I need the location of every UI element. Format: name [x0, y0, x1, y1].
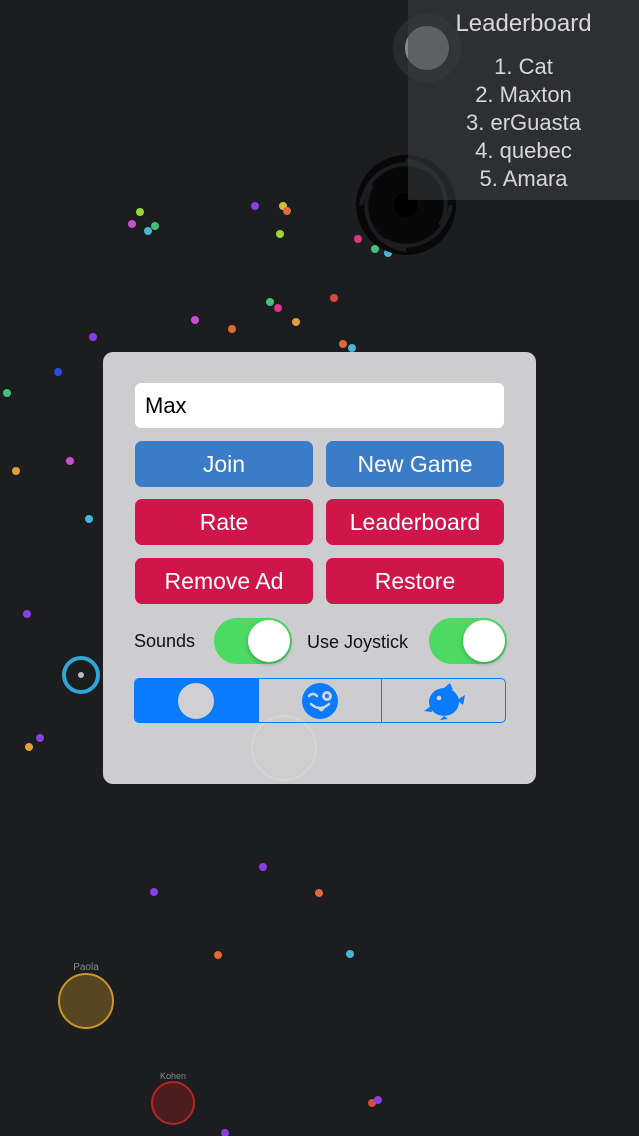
leaderboard-panel: Leaderboard 1. Cat 2. Maxton 3. erGuasta…: [408, 0, 639, 200]
skin-option-plain[interactable]: [135, 679, 259, 722]
sounds-label: Sounds: [134, 631, 196, 651]
leaderboard-button[interactable]: Leaderboard: [326, 499, 504, 545]
skin-selector: [134, 678, 506, 723]
leaderboard-entry: 4. quebec: [475, 138, 572, 163]
player-kohen-cell: [151, 1081, 195, 1125]
fish-icon: [423, 682, 465, 720]
sounds-toggle[interactable]: [214, 618, 292, 664]
use-joystick-label: Use Joystick: [307, 632, 409, 652]
remove-ad-button[interactable]: Remove Ad: [135, 558, 313, 604]
winking-emoji-icon: [302, 682, 338, 719]
leaderboard-list: 1. Cat 2. Maxton 3. erGuasta 4. quebec 5…: [408, 53, 639, 193]
leaderboard-entry: 3. erGuasta: [466, 110, 581, 135]
player-name-input[interactable]: [135, 383, 504, 428]
leaderboard-entry: 5. Amara: [479, 166, 568, 191]
player-name-paola: Paola: [73, 962, 99, 973]
player-name-kohen: Kohen: [159, 1071, 187, 1081]
rate-button[interactable]: Rate: [135, 499, 313, 545]
skin-option-fish[interactable]: [382, 679, 505, 722]
leaderboard-entry: 2. Maxton: [475, 82, 572, 107]
restore-button[interactable]: Restore: [326, 558, 504, 604]
skin-option-emoji[interactable]: [259, 679, 383, 722]
join-button[interactable]: Join: [135, 441, 313, 487]
plain-circle-icon: [178, 682, 215, 719]
new-game-button[interactable]: New Game: [326, 441, 504, 487]
ringed-player-cell: [62, 656, 100, 694]
main-menu-panel: Join New Game Rate Leaderboard Remove Ad…: [103, 352, 536, 784]
leaderboard-title: Leaderboard: [455, 10, 592, 37]
toggle-knob: [248, 620, 290, 662]
toggle-knob: [463, 620, 505, 662]
player-paola-cell: [58, 973, 114, 1029]
leaderboard-entry: 1. Cat: [494, 54, 553, 79]
use-joystick-toggle[interactable]: [429, 618, 507, 664]
